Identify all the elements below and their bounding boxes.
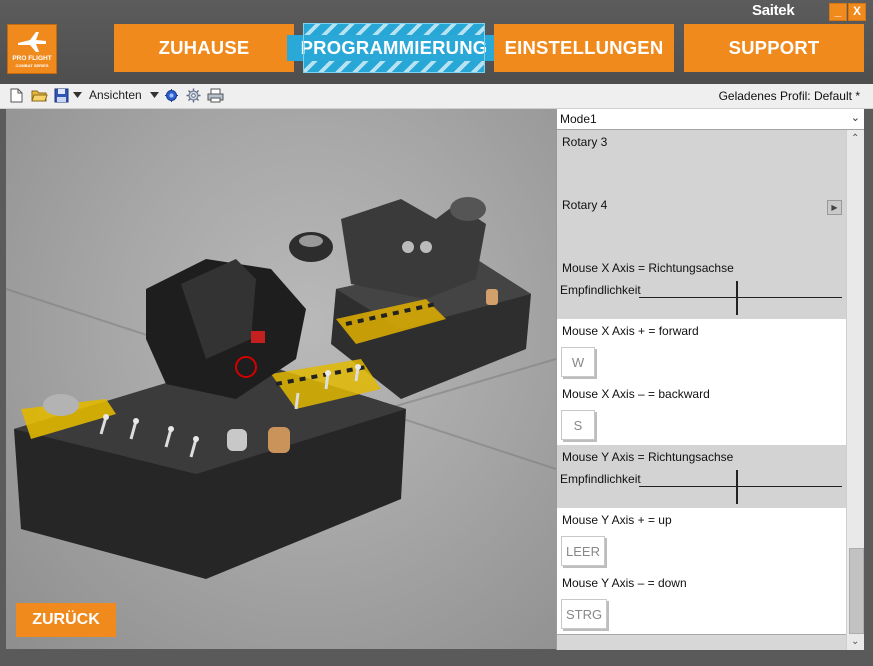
mouse-y-sensitivity-label: Empfindlichkeit bbox=[560, 472, 641, 486]
gear-icon[interactable] bbox=[186, 88, 201, 103]
rotary-4-label: Rotary 4 bbox=[562, 198, 608, 212]
mouse-y-minus-key[interactable]: STRG bbox=[561, 599, 608, 629]
mode-select[interactable]: Mode1 ⌄ bbox=[557, 109, 864, 130]
expand-arrow-icon[interactable]: ▶ bbox=[827, 200, 842, 215]
views-dropdown-icon[interactable] bbox=[150, 92, 159, 98]
mouse-y-minus-label: Mouse Y Axis – = down bbox=[562, 576, 687, 590]
jet-icon bbox=[18, 32, 46, 52]
pro-flight-logo: PRO FLIGHT COMBAT SERIES bbox=[7, 24, 57, 74]
mouse-y-minus-section: Mouse Y Axis – = down STRG bbox=[557, 571, 846, 635]
close-button[interactable]: X bbox=[848, 3, 866, 21]
mouse-y-plus-section: Mouse Y Axis + = up LEER bbox=[557, 508, 846, 572]
nav-programmierung[interactable]: PROGRAMMIERUNG bbox=[286, 23, 502, 73]
mouse-x-sensitivity-label: Empfindlichkeit bbox=[560, 283, 641, 297]
panel-scrollbar[interactable]: ⌃ ⌄ bbox=[846, 130, 865, 650]
views-menu[interactable]: Ansichten bbox=[89, 88, 142, 102]
top-bar: PRO FLIGHT COMBAT SERIES Saitek _ X ZUHA… bbox=[0, 0, 873, 84]
programming-panel: Mode1 ⌄ Rotary 3 Rotary 4 ▶ Mouse X Axis… bbox=[556, 109, 865, 650]
rotary-3-label: Rotary 3 bbox=[562, 135, 608, 149]
mouse-x-plus-key[interactable]: W bbox=[561, 347, 595, 377]
chevron-down-icon: ⌄ bbox=[850, 112, 860, 124]
dropdown-arrow-icon[interactable] bbox=[73, 92, 82, 98]
mouse-y-sensitivity-track[interactable] bbox=[639, 486, 842, 487]
mode-select-value: Mode1 bbox=[560, 112, 597, 126]
logo-line2: COMBAT SERIES bbox=[15, 63, 49, 68]
scroll-down-icon[interactable]: ⌄ bbox=[851, 636, 859, 647]
mouse-x-plus-section: Mouse X Axis + = forward W bbox=[557, 319, 846, 383]
back-button[interactable]: ZURÜCK bbox=[16, 603, 116, 637]
nav-programmierung-label: PROGRAMMIERUNG bbox=[286, 35, 502, 61]
mouse-y-axis-label: Mouse Y Axis = Richtungsachse bbox=[562, 450, 734, 464]
mouse-x-axis-label: Mouse X Axis = Richtungsachse bbox=[562, 261, 734, 275]
print-icon[interactable] bbox=[207, 88, 224, 103]
save-icon[interactable] bbox=[54, 88, 69, 103]
window-frame-bottom bbox=[0, 650, 873, 666]
open-folder-icon[interactable] bbox=[31, 88, 48, 103]
mouse-y-axis-section: Mouse Y Axis = Richtungsachse Empfindlic… bbox=[557, 445, 846, 509]
nav-support[interactable]: SUPPORT bbox=[684, 24, 864, 72]
assignment-list: Rotary 3 Rotary 4 ▶ Mouse X Axis = Richt… bbox=[557, 130, 846, 650]
bug-icon[interactable] bbox=[164, 88, 179, 103]
mouse-y-plus-key[interactable]: LEER bbox=[561, 536, 605, 566]
scroll-up-icon[interactable]: ⌃ bbox=[851, 133, 859, 144]
rotary-4-section[interactable]: Rotary 4 ▶ bbox=[557, 193, 846, 257]
rotary-3-section[interactable]: Rotary 3 bbox=[557, 130, 846, 194]
nav-zuhause[interactable]: ZUHAUSE bbox=[114, 24, 294, 72]
mouse-y-sensitivity-handle[interactable] bbox=[736, 470, 738, 504]
new-file-icon[interactable] bbox=[10, 88, 23, 103]
mouse-x-sensitivity-track[interactable] bbox=[639, 297, 842, 298]
mouse-x-minus-key[interactable]: S bbox=[561, 410, 595, 440]
hotas-throttle-illustration bbox=[6, 197, 556, 579]
mouse-x-axis-section: Mouse X Axis = Richtungsachse Empfindlic… bbox=[557, 256, 846, 320]
mouse-x-minus-section: Mouse X Axis – = backward S bbox=[557, 382, 846, 446]
window-frame-right bbox=[864, 109, 873, 650]
minimize-button[interactable]: _ bbox=[829, 3, 847, 21]
logo-line1: PRO FLIGHT bbox=[12, 55, 52, 62]
mouse-x-sensitivity-handle[interactable] bbox=[736, 281, 738, 315]
mouse-x-minus-label: Mouse X Axis – = backward bbox=[562, 387, 710, 401]
loaded-profile-label: Geladenes Profil: Default * bbox=[718, 89, 860, 103]
mouse-y-plus-label: Mouse Y Axis + = up bbox=[562, 513, 672, 527]
toolbar: Ansichten Geladenes Profil: Default * bbox=[0, 84, 873, 109]
mouse-x-plus-label: Mouse X Axis + = forward bbox=[562, 324, 699, 338]
nav-einstellungen[interactable]: EINSTELLUNGEN bbox=[494, 24, 674, 72]
scrollbar-thumb[interactable] bbox=[849, 548, 864, 634]
saitek-brand: Saitek bbox=[752, 2, 795, 19]
device-3d-view[interactable] bbox=[6, 109, 556, 649]
